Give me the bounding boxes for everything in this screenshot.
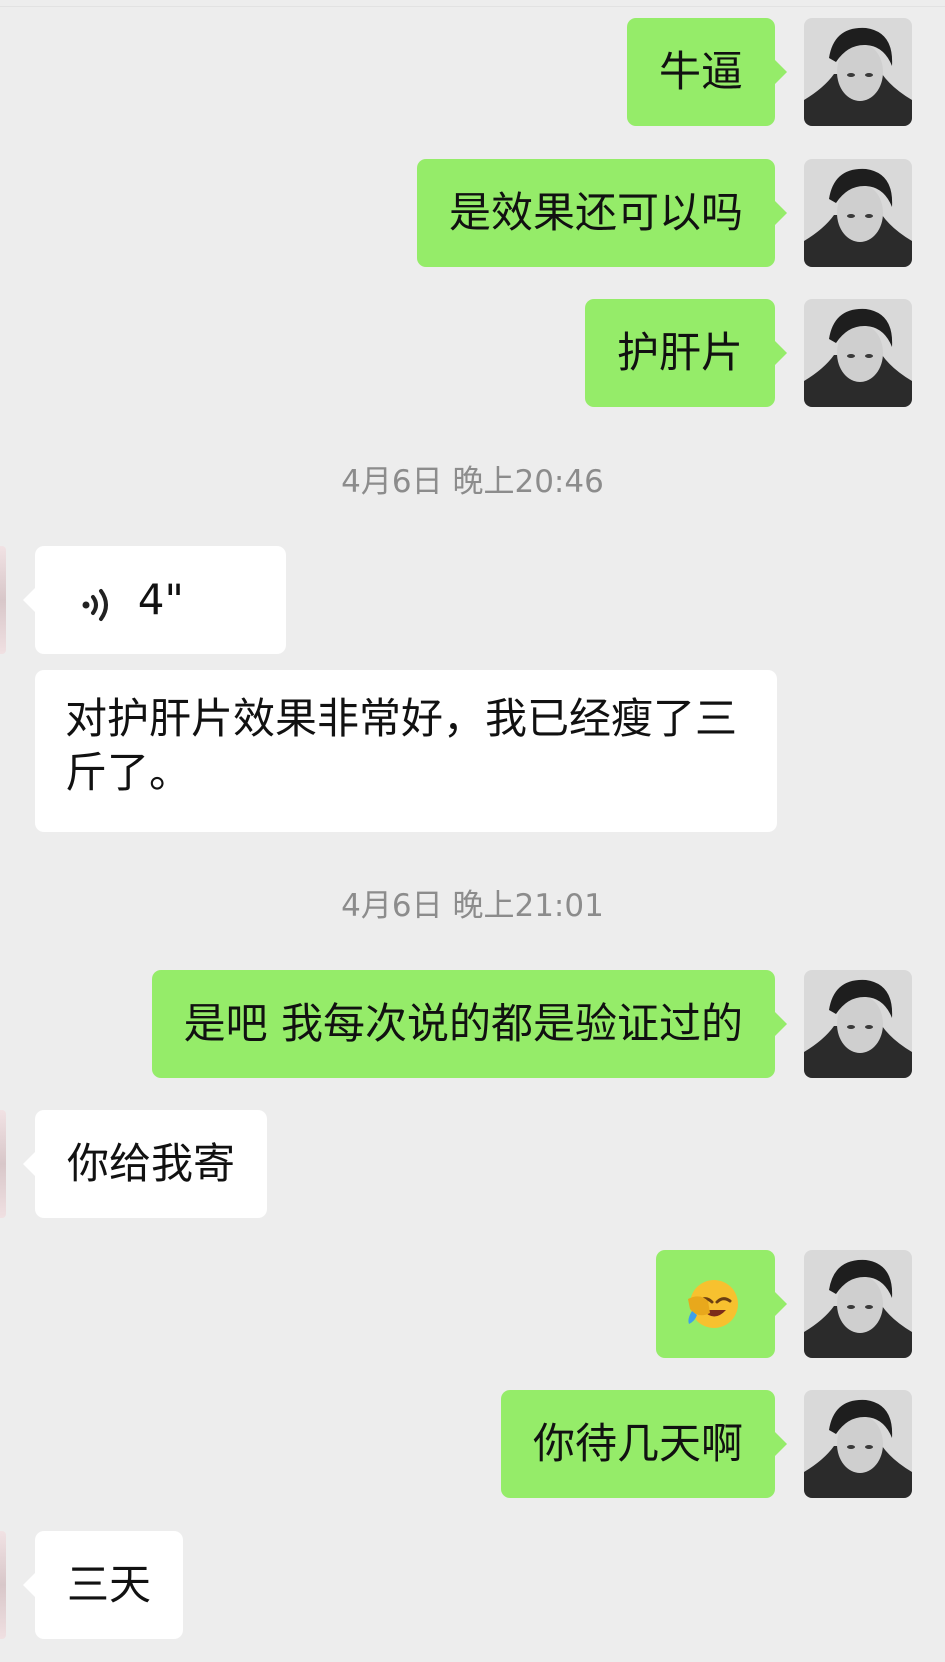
my-avatar[interactable] (804, 299, 912, 407)
message-row: 你待几天啊 (0, 1390, 945, 1498)
bubble-tail (773, 1010, 787, 1038)
contact-message-bubble[interactable]: 对护肝片效果非常好，我已经瘦了三斤了。 (35, 670, 777, 832)
message-text: 对护肝片效果非常好，我已经瘦了三斤了。 (65, 694, 738, 797)
my-avatar[interactable] (804, 1250, 912, 1358)
my-avatar[interactable] (804, 159, 912, 267)
avatar-image (804, 159, 912, 267)
message-row: 三天 (0, 1531, 945, 1639)
message-text: 护肝片 (616, 328, 743, 377)
chat-window: 牛逼 是效果还可以吗 护肝片 4月6日 晚上20:46 4" 对护肝片效果非常好… (0, 0, 945, 1662)
message-text: 你待几天啊 (532, 1419, 743, 1468)
message-row: 4" (0, 546, 945, 654)
message-text: 是效果还可以吗 (448, 188, 743, 237)
bubble-tail (23, 1150, 37, 1178)
message-row: 是效果还可以吗 (0, 159, 945, 267)
my-message-bubble[interactable]: 牛逼 (626, 18, 787, 126)
message-row: 是吧 我每次说的都是验证过的 (0, 970, 945, 1078)
avatar-image (804, 1390, 912, 1498)
message-text: 三天 (67, 1560, 152, 1609)
contact-avatar[interactable] (0, 1110, 6, 1218)
voice-wave-icon (79, 580, 128, 626)
timestamp: 4月6日 晚上21:01 (341, 888, 604, 924)
avatar-image (804, 1250, 912, 1358)
my-message-bubble[interactable]: 护肝片 (584, 299, 787, 407)
timestamp: 4月6日 晚上20:46 (341, 464, 604, 500)
emoji-message-bubble[interactable] (656, 1250, 787, 1358)
message-row: 护肝片 (0, 299, 945, 407)
my-avatar[interactable] (804, 1390, 912, 1498)
top-divider (0, 6, 945, 7)
my-message-bubble[interactable]: 是吧 我每次说的都是验证过的 (151, 970, 787, 1078)
my-message-bubble[interactable]: 是效果还可以吗 (416, 159, 787, 267)
contact-message-bubble[interactable]: 三天 (23, 1531, 184, 1639)
facepalm-laugh-emoji (686, 1275, 745, 1331)
bubble-tail (773, 339, 787, 367)
message-text: 是吧 我每次说的都是验证过的 (183, 999, 743, 1048)
message-row: 对护肝片效果非常好，我已经瘦了三斤了。 (0, 670, 945, 832)
message-text: 你给我寄 (67, 1139, 236, 1188)
avatar-image (804, 970, 912, 1078)
contact-message-bubble[interactable]: 你给我寄 (23, 1110, 268, 1218)
avatar-image (804, 299, 912, 407)
message-row: 牛逼 (0, 18, 945, 126)
message-row: 你给我寄 (0, 1110, 945, 1218)
bubble-tail (23, 586, 37, 614)
my-avatar[interactable] (804, 970, 912, 1078)
contact-avatar[interactable] (0, 546, 6, 654)
bubble-tail (23, 1571, 37, 1599)
voice-duration: 4" (137, 575, 184, 624)
bubble-tail (773, 199, 787, 227)
message-text: 牛逼 (658, 47, 743, 96)
my-avatar[interactable] (804, 18, 912, 126)
contact-avatar[interactable] (0, 1531, 6, 1639)
avatar-image (804, 18, 912, 126)
bubble-tail (773, 1430, 787, 1458)
bubble-tail (773, 58, 787, 86)
bubble-tail (773, 1290, 787, 1318)
voice-message-bubble[interactable]: 4" (23, 546, 286, 654)
my-message-bubble[interactable]: 你待几天啊 (500, 1390, 787, 1498)
message-row (0, 1250, 945, 1358)
